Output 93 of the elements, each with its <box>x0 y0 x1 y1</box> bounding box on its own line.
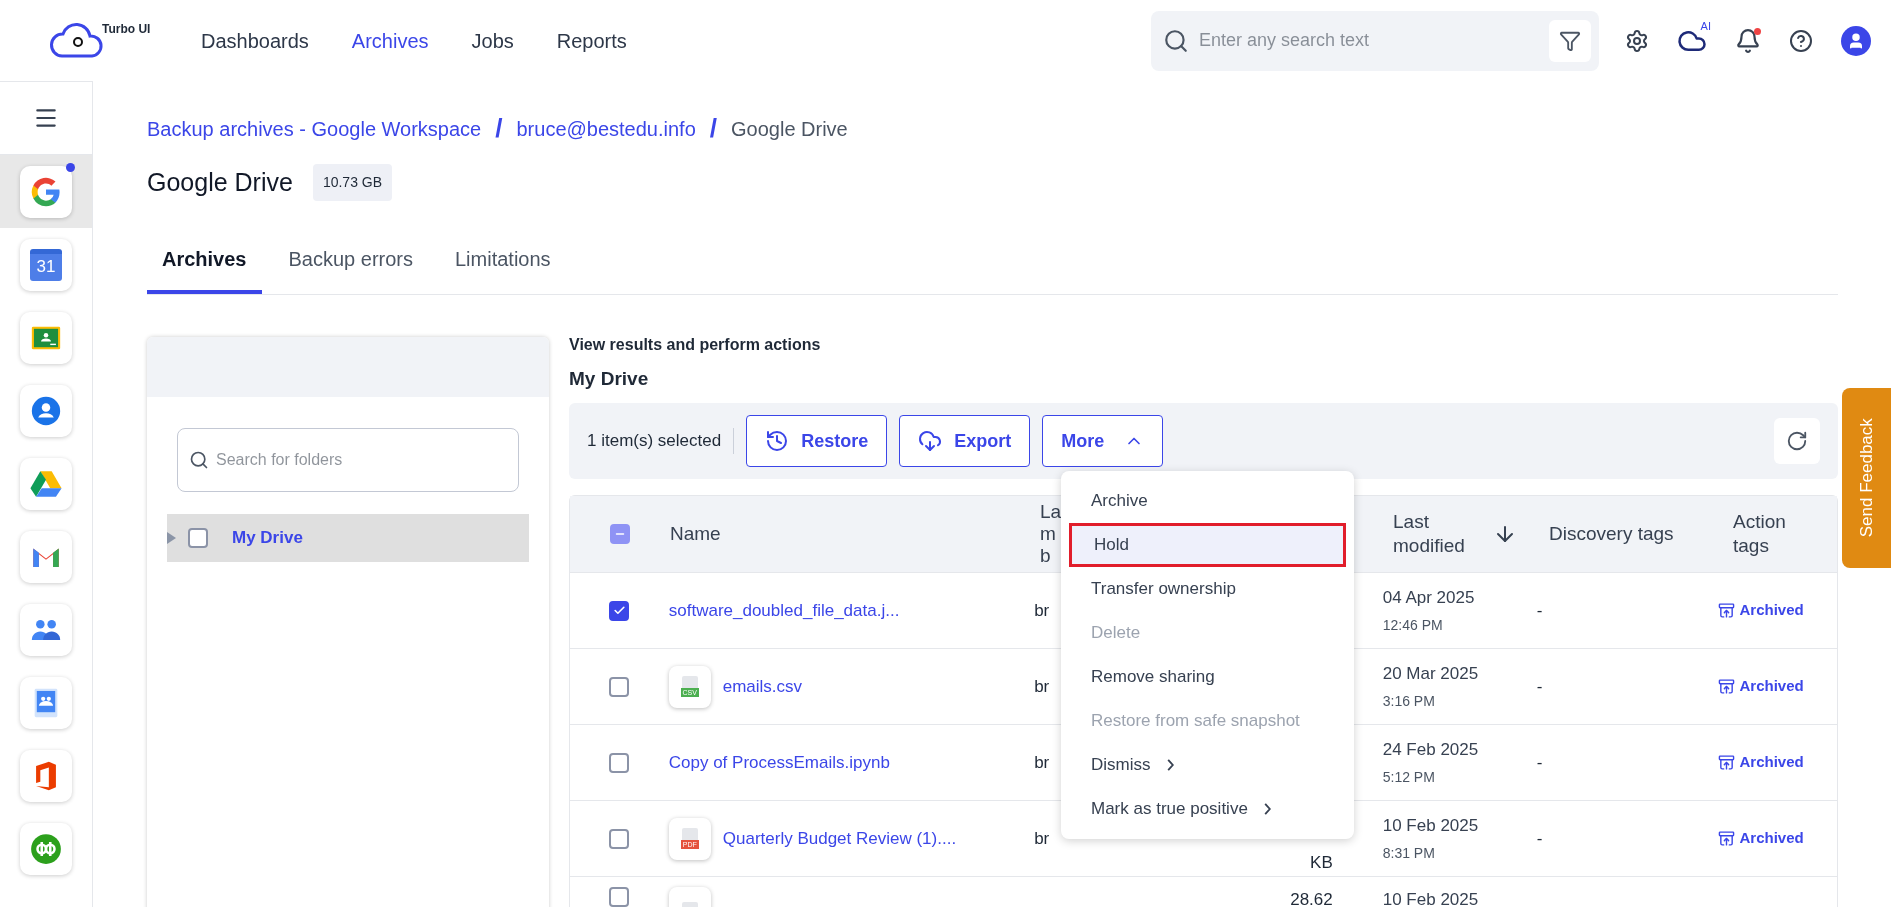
expand-icon[interactable] <box>167 531 176 544</box>
tab[interactable]: Archives <box>147 233 262 294</box>
menu-item[interactable]: Archive <box>1069 478 1346 523</box>
checkbox[interactable] <box>610 524 630 544</box>
column-header[interactable]: Action tags <box>1733 510 1813 558</box>
file-name-link[interactable]: emails.csv <box>722 673 803 700</box>
table-cell-text: KB <box>1310 851 1333 874</box>
more-button[interactable]: More <box>1042 415 1164 467</box>
table-cell-text: 28.62 <box>1290 889 1333 907</box>
refresh-button[interactable] <box>1774 418 1820 464</box>
calendar-icon: 31 <box>30 248 62 281</box>
breadcrumb-separator: / <box>709 112 717 145</box>
search-field[interactable]: Enter any search text <box>1151 10 1599 71</box>
table-cell-text: br <box>1034 827 1050 850</box>
column-header[interactable]: Name <box>670 519 1040 549</box>
export-button[interactable]: Export <box>899 415 1031 467</box>
archive-icon <box>1718 830 1736 847</box>
breadcrumb-link[interactable]: bruce@bestedu.info <box>516 113 696 144</box>
settings-icon[interactable] <box>1625 28 1649 53</box>
breadcrumb-link[interactable]: Backup archives - Google Workspace <box>147 113 482 144</box>
help-icon[interactable] <box>1789 28 1813 53</box>
archive-icon <box>1718 754 1736 771</box>
filter-button[interactable] <box>1549 19 1591 62</box>
restore-icon <box>765 429 790 453</box>
checkbox[interactable] <box>609 600 630 621</box>
breadcrumb-current: Google Drive <box>731 116 848 142</box>
notifications-icon[interactable] <box>1735 27 1761 54</box>
archived-tag: Archived <box>1718 751 1837 774</box>
search-icon <box>1163 27 1189 54</box>
checkbox[interactable] <box>609 676 630 697</box>
tab[interactable]: Limitations <box>440 233 566 294</box>
menu-item[interactable]: Hold <box>1069 522 1346 567</box>
date-cell-text: 24 Feb 2025 <box>1382 739 1480 762</box>
selection-count: 1 item(s) selected <box>587 428 735 454</box>
nav-link[interactable]: Dashboards <box>201 25 309 56</box>
column-header: La <box>1040 501 1062 523</box>
column-header[interactable]: Discovery tags <box>1549 519 1733 549</box>
table-cell-text: br <box>1034 599 1050 622</box>
date-cell-text: 20 Mar 2025 <box>1382 663 1480 686</box>
refresh-icon <box>1786 430 1808 452</box>
cloud-download-icon <box>918 429 943 453</box>
checkbox[interactable] <box>609 752 630 773</box>
column-header: m <box>1040 523 1056 545</box>
app-tile[interactable] <box>0 155 92 228</box>
folder-search-field[interactable]: Search for folders <box>177 427 519 492</box>
file-name-link[interactable]: software_doubled_file_data.j... <box>668 597 900 624</box>
time-cell-text: 12:46 PM <box>1382 615 1444 635</box>
folder-heading: My Drive <box>569 366 650 391</box>
breadcrumb-separator: / <box>495 112 503 145</box>
archived-tag: Archived <box>1718 599 1837 622</box>
checkbox[interactable] <box>609 828 630 849</box>
filter-icon <box>1559 29 1581 52</box>
tab[interactable]: Backup errors <box>273 233 428 294</box>
brand-logo[interactable]: Turbo UI <box>48 19 168 62</box>
app-tile[interactable]: 31 <box>0 228 92 301</box>
nav-link[interactable]: Archives <box>351 25 429 56</box>
size-badge: 10.73 GB <box>312 164 393 202</box>
results-caption: View results and perform actions <box>569 334 822 355</box>
archived-tag: Archived <box>1718 827 1837 850</box>
menu-item[interactable]: Remove sharing <box>1069 654 1346 699</box>
menu-item[interactable]: Dismiss <box>1069 742 1346 787</box>
menu-item[interactable]: Mark as true positive <box>1069 786 1346 831</box>
folder-tree-item[interactable]: My Drive <box>167 513 529 562</box>
menu-item[interactable]: Transfer ownership <box>1069 566 1346 611</box>
table-cell-text: br <box>1034 751 1050 774</box>
avatar[interactable] <box>1841 25 1871 56</box>
date-cell-text: 10 Feb 2025 <box>1382 889 1480 907</box>
archive-icon <box>1718 602 1736 619</box>
check-icon <box>612 604 626 617</box>
date-cell-text: 10 Feb 2025 <box>1382 815 1480 838</box>
table-cell: - <box>1536 752 1543 772</box>
table-cell: - <box>1536 676 1543 696</box>
file-name-link[interactable]: Copy of ProcessEmails.ipynb <box>668 749 890 776</box>
table-cell: - <box>1536 828 1543 848</box>
checkbox[interactable] <box>188 527 208 548</box>
page-title: Google Drive <box>147 167 293 198</box>
column-header: b <box>1040 545 1051 567</box>
nav-link[interactable]: Reports <box>556 25 627 56</box>
file-name-link[interactable]: Quarterly Budget Review (1).... <box>722 825 957 852</box>
nav-link[interactable]: Jobs <box>471 25 514 56</box>
date-cell-text: 04 Apr 2025 <box>1382 587 1476 610</box>
time-cell-text: 3:16 PM <box>1382 691 1436 711</box>
qb-logo-icon <box>29 831 63 866</box>
column-header[interactable]: Last modified <box>1393 510 1493 558</box>
restore-button[interactable]: Restore <box>746 415 888 467</box>
table-cell: - <box>1536 600 1543 620</box>
archived-tag: Archived <box>1718 675 1837 698</box>
time-cell-text: 8:31 PM <box>1382 843 1436 863</box>
table-cell-text: br <box>1034 675 1050 698</box>
checkbox[interactable] <box>609 887 630 907</box>
archive-icon <box>1718 678 1736 695</box>
search-icon <box>189 449 209 470</box>
time-cell-text: 5:12 PM <box>1382 767 1436 787</box>
